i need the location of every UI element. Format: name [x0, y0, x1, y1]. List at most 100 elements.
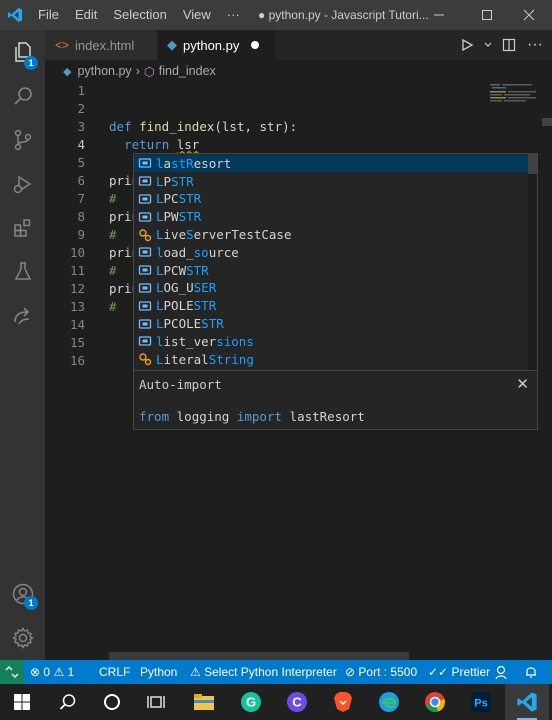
warning-icon: ⚠: [53, 665, 65, 679]
tab-python-py[interactable]: ◆ python.py: [157, 30, 275, 60]
menu-bar: File Edit Selection View ···: [30, 0, 248, 30]
remote-share-icon[interactable]: [0, 294, 45, 338]
search-icon[interactable]: [46, 684, 90, 720]
close-icon[interactable]: [506, 0, 552, 30]
detail-title: Auto-import: [139, 377, 222, 392]
vertical-scrollbar[interactable]: [542, 118, 552, 126]
tab-label: index.html: [75, 37, 135, 53]
suggestion-label: LiteralString: [156, 351, 254, 367]
chrome-icon[interactable]: [413, 684, 457, 720]
breadcrumb-symbol[interactable]: find_index: [159, 64, 216, 78]
menu-view[interactable]: View: [175, 0, 219, 30]
minimap[interactable]: [490, 82, 542, 112]
edge-icon[interactable]: [367, 684, 411, 720]
unsaved-dot-icon[interactable]: [251, 41, 260, 49]
breadcrumb-file[interactable]: python.py: [77, 64, 131, 78]
html-file-icon: <>: [55, 38, 70, 52]
suggestion-item[interactable]: list_versions: [134, 333, 537, 351]
suggestion-item[interactable]: LPCWSTR: [134, 261, 537, 279]
extensions-icon[interactable]: [0, 206, 45, 250]
problems-indicator[interactable]: ⊗ 0 ⚠ 1: [30, 660, 74, 684]
more-actions-icon[interactable]: ···: [524, 34, 546, 56]
line-number: 14: [69, 317, 85, 332]
code-line-11: #: [109, 263, 117, 278]
variable-symbol-icon: [134, 281, 156, 295]
suggestion-item[interactable]: LPCSTR: [134, 190, 537, 208]
variable-symbol-icon: [134, 263, 156, 277]
title-bar: File Edit Selection View ··· ● python.py…: [0, 0, 552, 30]
menu-edit[interactable]: Edit: [67, 0, 105, 30]
line-number: 16: [69, 353, 85, 368]
suggestion-item[interactable]: lastResort: [134, 154, 537, 173]
feedback-icon[interactable]: [495, 660, 509, 684]
accounts-badge: 1: [24, 596, 38, 610]
suggestion-item[interactable]: load_source: [134, 244, 537, 262]
variable-symbol-icon: [134, 174, 156, 188]
remote-indicator-icon[interactable]: [0, 660, 24, 684]
python-interpreter-selector[interactable]: ⚠ Select Python Interpreter: [190, 660, 337, 684]
notifications-bell-icon[interactable]: [524, 660, 538, 684]
svg-text:Ps: Ps: [474, 698, 487, 710]
suggestion-label: LPCWSTR: [156, 262, 209, 278]
suggestion-item[interactable]: LPOLESTR: [134, 297, 537, 315]
cortana-icon[interactable]: [90, 684, 134, 720]
testing-icon[interactable]: [0, 250, 45, 294]
prettier-status[interactable]: ✓✓ Prettier: [428, 660, 490, 684]
minimize-icon[interactable]: [416, 0, 462, 30]
search-icon[interactable]: [0, 74, 45, 118]
horizontal-scrollbar[interactable]: [109, 652, 409, 660]
windows-start-icon[interactable]: [0, 684, 44, 720]
suggestion-item[interactable]: LOG_USER: [134, 279, 537, 297]
suggestion-label: LPCSTR: [156, 191, 202, 207]
status-bar: ⊗ 0 ⚠ 1 CRLF Python ⚠ Select Python Inte…: [0, 660, 552, 684]
variable-symbol-icon: [134, 299, 156, 313]
tab-index-html[interactable]: <> index.html: [45, 30, 157, 60]
suggestion-scrollbar[interactable]: [528, 154, 537, 370]
run-debug-icon[interactable]: [0, 162, 45, 206]
source-control-icon[interactable]: [0, 118, 45, 162]
suggestion-item[interactable]: LPSTR: [134, 172, 537, 190]
menu-more[interactable]: ···: [219, 0, 248, 30]
variable-symbol-icon: [134, 334, 156, 348]
line-number: 11: [69, 263, 85, 278]
editor-tabs: <> index.html ◆ python.py ···: [45, 30, 552, 60]
suggestion-label: LiveServerTestCase: [156, 227, 292, 243]
line-number: 8: [77, 209, 85, 224]
windows-taskbar: G C Ps: [0, 684, 552, 720]
settings-gear-icon[interactable]: [0, 616, 45, 660]
live-server-port[interactable]: ⊘ Port : 5500: [345, 660, 417, 684]
menu-selection[interactable]: Selection: [105, 0, 174, 30]
maximize-icon[interactable]: [464, 0, 510, 30]
eol-selector[interactable]: CRLF: [99, 660, 130, 684]
warning-icon: ⚠: [190, 665, 201, 679]
svg-text:C: C: [292, 695, 302, 710]
brave-icon[interactable]: [321, 684, 365, 720]
variable-symbol-icon: [134, 210, 156, 224]
suggestion-label: LPCOLESTR: [156, 316, 224, 332]
menu-file[interactable]: File: [30, 0, 67, 30]
detail-import-statement: from logging import lastResort: [139, 409, 365, 424]
suggestion-item[interactable]: LPCOLESTR: [134, 315, 537, 333]
line-number: 10: [69, 245, 85, 260]
file-explorer-icon[interactable]: [182, 684, 226, 720]
cursive-icon[interactable]: C: [275, 684, 319, 720]
split-editor-icon[interactable]: [498, 34, 520, 56]
vscode-icon[interactable]: [505, 684, 549, 720]
variable-symbol-icon: [134, 317, 156, 331]
accounts-icon[interactable]: 1: [0, 572, 45, 616]
task-view-icon[interactable]: [134, 684, 178, 720]
line-number: 1: [77, 83, 85, 98]
suggestion-item[interactable]: LPWSTR: [134, 208, 537, 226]
grammarly-icon[interactable]: G: [229, 684, 273, 720]
suggestion-item[interactable]: LiveServerTestCase: [134, 226, 537, 244]
run-icon[interactable]: [456, 34, 478, 56]
explorer-icon[interactable]: 1: [0, 30, 45, 74]
suggestion-item[interactable]: LiteralString: [134, 350, 537, 368]
photoshop-icon[interactable]: Ps: [459, 684, 503, 720]
suggestion-label: list_versions: [156, 333, 254, 349]
suggestion-label: LPWSTR: [156, 209, 202, 225]
language-selector[interactable]: Python: [140, 660, 177, 684]
code-line-4: return lsr: [124, 137, 200, 152]
close-icon[interactable]: ✕: [516, 375, 529, 393]
chevron-down-icon[interactable]: [482, 34, 494, 56]
